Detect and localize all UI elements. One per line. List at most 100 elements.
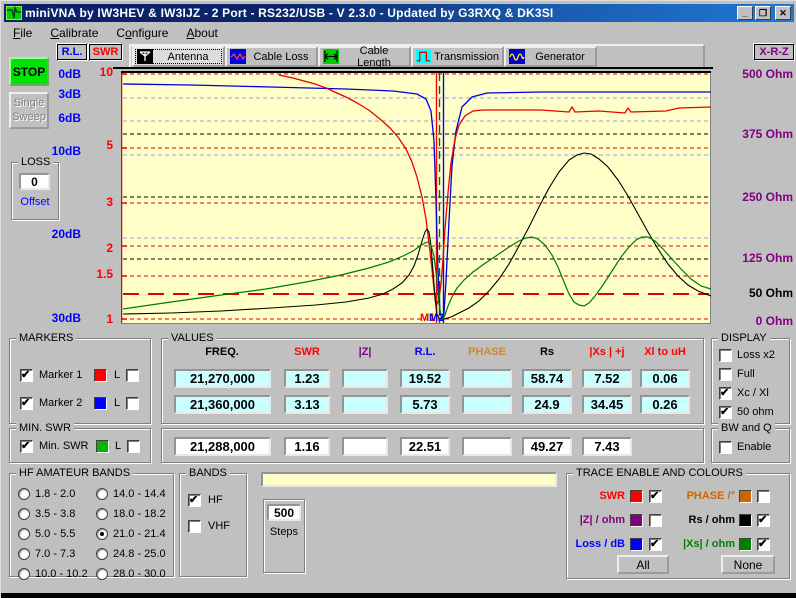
band-radio-12m[interactable] bbox=[96, 548, 108, 560]
stop-button[interactable]: STOP bbox=[9, 57, 49, 86]
antenna-mode-button[interactable]: Antenna bbox=[132, 46, 225, 67]
band-radio-17m[interactable] bbox=[96, 508, 108, 520]
hf-label: HF bbox=[208, 494, 223, 506]
full-checkbox[interactable] bbox=[719, 368, 732, 381]
xc-xl-checkbox[interactable] bbox=[719, 387, 732, 400]
cable-loss-mode-label: Cable Loss bbox=[249, 51, 313, 63]
window-bottom-edge bbox=[1, 593, 796, 598]
bw-q-group-title: BW and Q bbox=[718, 422, 775, 434]
ohm-tick-250: 250 Ohm bbox=[715, 190, 793, 204]
marker1-freq-value: 21,270,000 bbox=[174, 369, 271, 388]
trace-xs-swatch[interactable] bbox=[739, 538, 752, 551]
menu-about[interactable]: About bbox=[177, 24, 226, 42]
full-label: Full bbox=[737, 368, 755, 380]
swr-tick-10: 10 bbox=[87, 65, 113, 79]
band-radio-15m[interactable] bbox=[96, 528, 108, 540]
marker2-z-value bbox=[342, 395, 388, 414]
trace-phase-checkbox[interactable] bbox=[757, 490, 770, 503]
min-swr-color-swatch[interactable] bbox=[96, 440, 109, 453]
trace-swr-label: SWR bbox=[567, 490, 625, 502]
min-rs-value: 49.27 bbox=[522, 437, 572, 456]
single-sweep-button[interactable]: Single Sweep bbox=[9, 92, 49, 129]
menu-file[interactable]: File bbox=[4, 24, 41, 42]
marker2-color-swatch[interactable] bbox=[94, 397, 107, 410]
band-label-30m: 10.0 - 10.2 bbox=[35, 568, 88, 580]
window-controls: _ ❐ ✕ bbox=[735, 6, 791, 20]
steps-group: 500 Steps bbox=[263, 499, 305, 573]
ohm-tick-125: 125 Ohm bbox=[715, 251, 793, 265]
menu-configure[interactable]: Configure bbox=[107, 24, 177, 42]
vhf-checkbox[interactable] bbox=[188, 520, 201, 533]
min-swr-l-checkbox[interactable] bbox=[127, 440, 140, 453]
band-radio-20m[interactable] bbox=[96, 488, 108, 500]
loss-x2-label: Loss x2 bbox=[737, 349, 775, 361]
band-radio-10m[interactable] bbox=[96, 568, 108, 580]
generator-mode-button[interactable]: Generator bbox=[504, 46, 597, 67]
marker2-l-checkbox[interactable] bbox=[126, 397, 139, 410]
trace-group: TRACE ENABLE AND COLOURS SWR PHASE /° |Z… bbox=[566, 473, 790, 579]
trace-z-swatch[interactable] bbox=[630, 514, 643, 527]
marker2-checkbox[interactable] bbox=[20, 397, 33, 410]
bw-q-enable-label: Enable bbox=[737, 441, 771, 453]
hf-bands-group: HF AMATEUR BANDS 1.8 - 2.0 3.5 - 3.8 5.0… bbox=[9, 473, 174, 577]
display-group: DISPLAY Loss x2 Full Xc / Xl 50 ohm bbox=[711, 338, 790, 424]
hf-checkbox[interactable] bbox=[188, 494, 201, 507]
cable-length-mode-button[interactable]: Cable Length bbox=[318, 46, 411, 67]
band-radio-40m[interactable] bbox=[18, 548, 30, 560]
trace-all-button[interactable]: All bbox=[617, 555, 669, 574]
band-radio-80m[interactable] bbox=[18, 508, 30, 520]
band-label-40m: 7.0 - 7.3 bbox=[35, 548, 75, 560]
rl-tick-0db: 0dB bbox=[47, 67, 81, 81]
transmission-mode-label: Transmission bbox=[434, 51, 499, 63]
trace-phase-swatch[interactable] bbox=[739, 490, 752, 503]
values-header-rs: Rs bbox=[522, 346, 572, 358]
maximize-button[interactable]: ❐ bbox=[755, 6, 771, 20]
close-button[interactable]: ✕ bbox=[775, 6, 791, 20]
trace-loss-swatch[interactable] bbox=[630, 538, 643, 551]
marker1-color-swatch[interactable] bbox=[94, 369, 107, 382]
steps-label: Steps bbox=[264, 526, 304, 538]
trace-swr-swatch[interactable] bbox=[630, 490, 643, 503]
bw-q-enable-checkbox[interactable] bbox=[719, 441, 732, 454]
trace-xs-checkbox[interactable] bbox=[757, 538, 770, 551]
marker2-label: Marker 2 bbox=[39, 397, 82, 409]
trace-loss-db bbox=[123, 84, 711, 319]
trace-loss-checkbox[interactable] bbox=[649, 538, 662, 551]
minimize-button[interactable]: _ bbox=[737, 6, 753, 20]
cable-loss-mode-button[interactable]: Cable Loss bbox=[225, 46, 318, 67]
marker1-xs-value: 7.52 bbox=[582, 369, 632, 388]
band-radio-30m[interactable] bbox=[18, 568, 30, 580]
min-swr-checkbox[interactable] bbox=[20, 440, 33, 453]
transmission-mode-button[interactable]: Transmission bbox=[411, 46, 504, 67]
titlebar: miniVNA by IW3HEV & IW3IJZ - 2 Port - RS… bbox=[4, 4, 794, 22]
band-label-80m: 3.5 - 3.8 bbox=[35, 508, 75, 520]
marker1-phase-value bbox=[462, 369, 512, 388]
sweep-chart-area[interactable]: M1 M2 bbox=[121, 71, 711, 324]
trace-rs-checkbox[interactable] bbox=[757, 514, 770, 527]
fifty-ohm-checkbox[interactable] bbox=[719, 406, 732, 419]
loss-offset-input[interactable]: 0 bbox=[19, 173, 50, 190]
app-icon bbox=[6, 6, 22, 20]
marker1-swr-value: 1.23 bbox=[284, 369, 330, 388]
rl-tick-3db: 3dB bbox=[47, 87, 81, 101]
loss-x2-checkbox[interactable] bbox=[719, 349, 732, 362]
values-header-xl: Xl to uH bbox=[640, 346, 690, 358]
menu-calibrate[interactable]: Calibrate bbox=[41, 24, 107, 42]
marker1-z-value bbox=[342, 369, 388, 388]
marker1-checkbox[interactable] bbox=[20, 369, 33, 382]
trace-swr-checkbox[interactable] bbox=[649, 490, 662, 503]
trace-xs-label: |Xs| / ohm bbox=[667, 538, 735, 550]
marker2-rl-value: 5.73 bbox=[400, 395, 450, 414]
marker1-l-checkbox[interactable] bbox=[126, 369, 139, 382]
trace-z-checkbox[interactable] bbox=[649, 514, 662, 527]
sweep-progress-bar bbox=[261, 472, 557, 487]
marker2-xl-value: 0.26 bbox=[640, 395, 690, 414]
values-group: VALUES FREQ. SWR |Z| R.L. PHASE Rs |Xs |… bbox=[161, 338, 704, 424]
steps-input[interactable]: 500 bbox=[267, 504, 301, 521]
trace-rs-swatch[interactable] bbox=[739, 514, 752, 527]
trace-none-button[interactable]: None bbox=[721, 555, 775, 574]
band-radio-160m[interactable] bbox=[18, 488, 30, 500]
band-radio-60m[interactable] bbox=[18, 528, 30, 540]
values-group-title: VALUES bbox=[168, 332, 217, 344]
hf-bands-group-title: HF AMATEUR BANDS bbox=[16, 467, 133, 479]
